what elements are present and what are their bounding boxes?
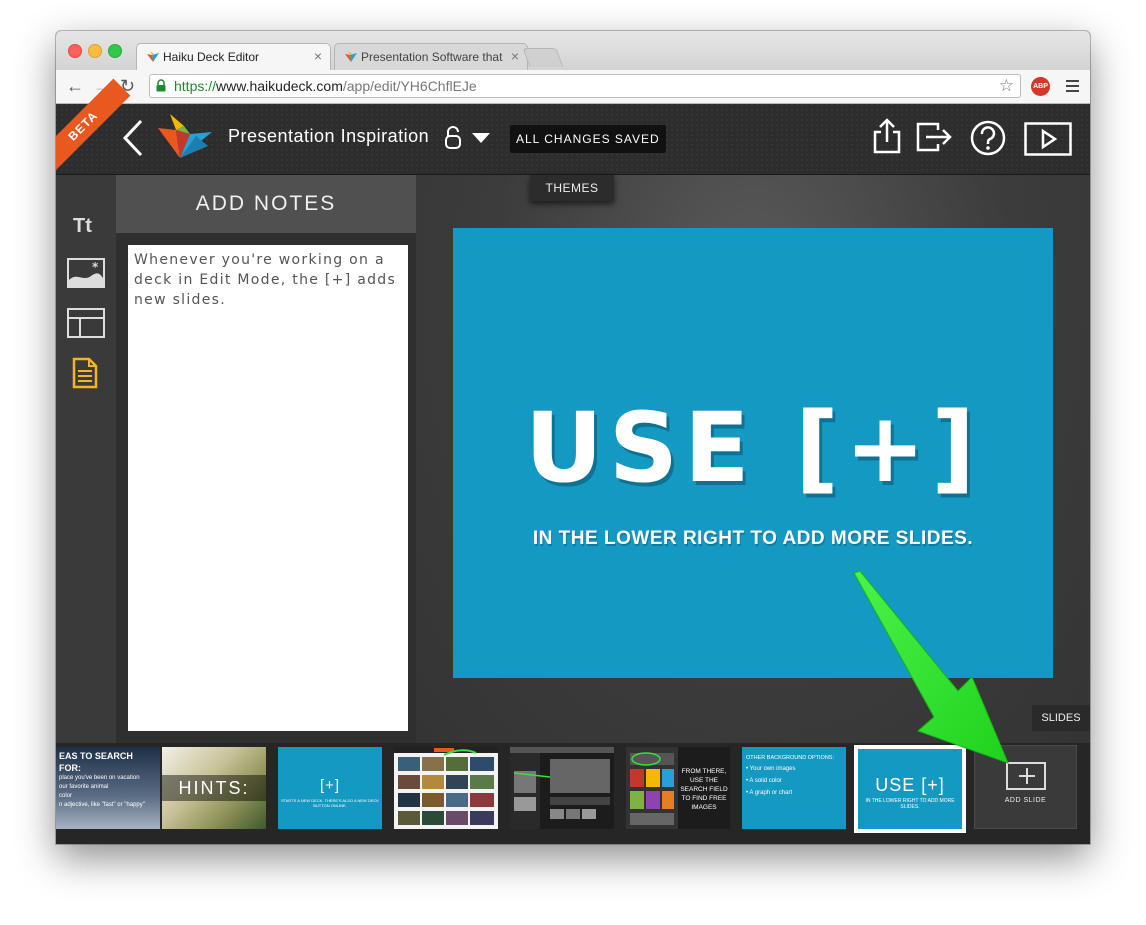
save-status-badge: ALL CHANGES SAVED <box>510 125 666 153</box>
new-tab-button[interactable] <box>522 48 564 67</box>
lock-icon <box>156 79 166 92</box>
slide-thumbnail[interactable] <box>510 747 614 829</box>
browser-menu-icon[interactable] <box>1066 80 1079 95</box>
haiku-deck-favicon-icon <box>345 51 357 62</box>
window-minimize-button[interactable] <box>88 44 102 58</box>
slide-thumbnail[interactable]: FROM THERE, USE THE SEARCH FIELD TO FIND… <box>626 747 730 829</box>
play-presentation-icon[interactable] <box>1024 122 1072 156</box>
tab-presentation-software[interactable]: Presentation Software that × <box>334 43 528 70</box>
tab-title: Haiku Deck Editor <box>163 50 260 64</box>
tab-close-icon[interactable]: × <box>314 48 322 64</box>
slide-thumbnail[interactable] <box>394 747 498 829</box>
chevron-down-icon[interactable] <box>472 133 490 143</box>
slide-thumbnail[interactable]: [+] STARTS A NEW DECK. THERE'S ALSO A NE… <box>278 747 382 829</box>
thumbnail-caption: FROM THERE, USE THE SEARCH FIELD TO FIND… <box>680 768 728 811</box>
unlock-icon[interactable] <box>444 126 462 150</box>
slide-thumbnail[interactable]: EAS TO SEARCH FOR: place you've been on … <box>56 747 160 829</box>
window-close-button[interactable] <box>68 44 82 58</box>
svg-text:*: * <box>92 260 99 274</box>
slides-toggle-button[interactable]: SLIDES <box>1032 705 1090 731</box>
themes-button[interactable]: THEMES <box>530 175 614 201</box>
image-tool-icon[interactable]: * <box>67 258 105 288</box>
slide-subtitle[interactable]: IN THE LOWER RIGHT TO ADD MORE SLIDES. <box>453 528 1053 550</box>
notes-heading: ADD NOTES <box>116 175 416 233</box>
bookmark-star-icon[interactable]: ☆ <box>999 75 1014 97</box>
deck-title[interactable]: Presentation Inspiration <box>228 126 428 147</box>
tab-bar: Haiku Deck Editor × Presentation Softwar… <box>56 31 1090 70</box>
haiku-deck-logo-icon[interactable] <box>156 112 216 164</box>
slide-thumbnail[interactable]: HINTS: <box>162 747 266 829</box>
window-maximize-button[interactable] <box>108 44 122 58</box>
export-icon[interactable] <box>916 122 954 152</box>
slide-title[interactable]: USE [+] <box>453 393 1053 503</box>
green-arrow-annotation-icon <box>853 571 1009 764</box>
notes-panel: ADD NOTES Whenever you're working on a d… <box>116 175 416 743</box>
text-tool-icon[interactable]: Tt <box>73 215 92 238</box>
browser-toolbar: ← → ↻ https://www.haikudeck.com/app/edit… <box>56 70 1090 104</box>
screenshot-thumbnail-image <box>510 747 614 829</box>
haiku-deck-favicon-icon <box>147 51 159 62</box>
adblock-icon[interactable]: ABP <box>1031 77 1050 96</box>
tool-rail: Tt * <box>56 175 116 743</box>
back-chevron-icon[interactable] <box>122 118 144 158</box>
address-bar[interactable]: https://www.haikudeck.com/app/edit/YH6Ch… <box>149 74 1021 98</box>
url-text: https://www.haikudeck.com/app/edit/YH6Ch… <box>174 78 477 94</box>
browser-window: Haiku Deck Editor × Presentation Softwar… <box>56 31 1090 844</box>
back-arrow-icon[interactable]: ← <box>66 76 84 96</box>
app-header: BETA Presentation Inspiration ALL CHANGE… <box>56 78 1090 175</box>
help-icon[interactable] <box>970 120 1006 156</box>
tab-close-icon[interactable]: × <box>511 48 519 64</box>
tab-haiku-deck-editor[interactable]: Haiku Deck Editor × <box>136 43 331 70</box>
share-icon[interactable] <box>873 118 901 154</box>
tab-title: Presentation Software that <box>361 50 503 64</box>
screenshot-thumbnail-image <box>394 747 498 825</box>
add-slide-label: ADD SLIDE <box>1004 797 1047 804</box>
slide-thumbnail[interactable]: OTHER BACKGROUND OPTIONS: • Your own ima… <box>742 747 846 829</box>
notes-textarea[interactable]: Whenever you're working on a deck in Edi… <box>128 245 408 731</box>
notes-tool-icon[interactable] <box>72 357 98 389</box>
layout-tool-icon[interactable] <box>67 308 105 338</box>
